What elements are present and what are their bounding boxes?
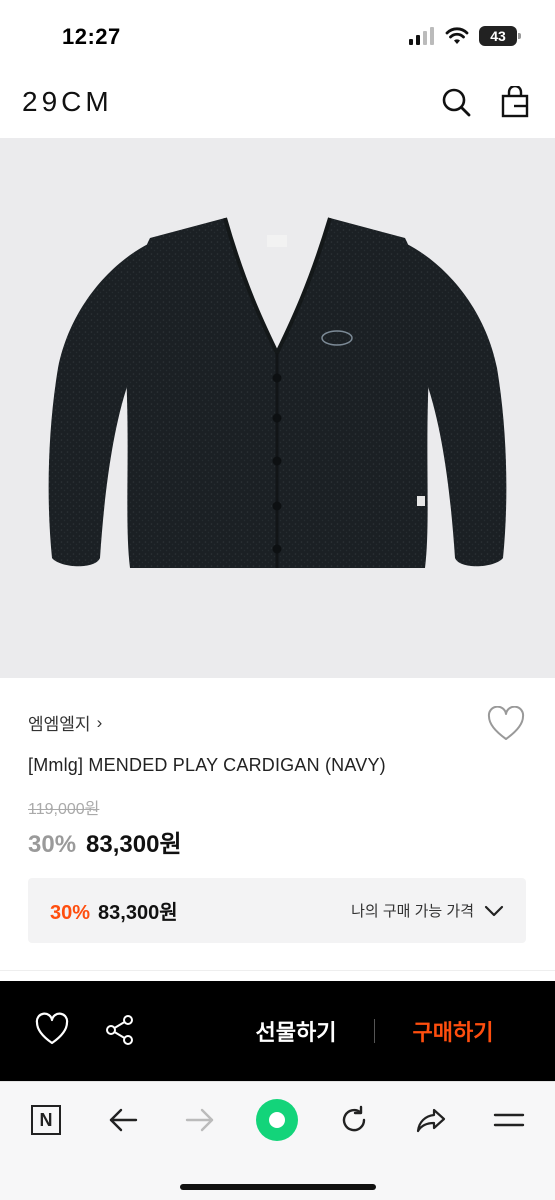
- product-name: [Mmlg] MENDED PLAY CARDIGAN (NAVY): [28, 755, 386, 775]
- arrow-right-icon: [185, 1108, 214, 1132]
- my-final-price: 83,300원: [98, 902, 178, 924]
- chevron-down-icon: [484, 905, 504, 916]
- purchase-bar: 선물하기 구매하기: [0, 981, 555, 1081]
- cardigan-image: [48, 217, 507, 568]
- n-logo-icon: N: [31, 1105, 61, 1135]
- my-price-values: 30% 83,300원: [50, 896, 178, 925]
- naver-n-button[interactable]: N: [24, 1098, 68, 1142]
- brand-link[interactable]: 엠엠엘지 ›: [28, 710, 102, 735]
- discount-rate: 30%: [28, 831, 77, 858]
- share-icon[interactable]: [102, 1012, 138, 1048]
- gift-button[interactable]: 선물하기: [230, 996, 362, 1066]
- my-price-label: 나의 구매 가능 가격: [351, 903, 474, 920]
- bar-separator: [374, 1019, 375, 1043]
- signal-icon: [409, 27, 434, 45]
- search-icon[interactable]: [440, 86, 472, 118]
- heart-icon[interactable]: [34, 1012, 70, 1048]
- home-indicator[interactable]: [180, 1184, 376, 1190]
- heart-icon[interactable]: [487, 706, 525, 742]
- shopping-bag-icon[interactable]: [499, 86, 531, 118]
- hamburger-icon: [493, 1113, 525, 1127]
- divider: [0, 970, 555, 971]
- browser-toolbar: N: [0, 1081, 555, 1200]
- share-arrow-icon: [416, 1108, 446, 1133]
- battery-level: 43: [490, 28, 506, 44]
- refresh-icon: [342, 1105, 366, 1132]
- logo[interactable]: 29CM: [22, 86, 113, 118]
- buy-button[interactable]: 구매하기: [388, 996, 518, 1066]
- menu-button[interactable]: [487, 1098, 531, 1142]
- green-dot-icon: [256, 1099, 298, 1141]
- battery-icon: 43: [479, 26, 521, 46]
- price-row: 30% 83,300원: [28, 824, 182, 859]
- app-header: 29CM: [0, 70, 555, 138]
- share-button[interactable]: [409, 1098, 453, 1142]
- forward-button[interactable]: [178, 1098, 222, 1142]
- wifi-icon: [445, 27, 469, 44]
- my-discount-rate: 30%: [50, 902, 91, 924]
- my-price-dropdown[interactable]: 30% 83,300원 나의 구매 가능 가격: [28, 878, 526, 943]
- my-price-toggle[interactable]: 나의 구매 가능 가격: [351, 900, 504, 921]
- status-icons: 43: [409, 26, 521, 46]
- n-logo-label: N: [39, 1109, 53, 1130]
- refresh-button[interactable]: [332, 1098, 376, 1142]
- status-bar: 12:27 43: [0, 0, 555, 70]
- back-button[interactable]: [101, 1098, 145, 1142]
- status-time: 12:27: [62, 24, 121, 49]
- final-price: 83,300원: [86, 831, 182, 858]
- brand-name: 엠엠엘지: [28, 715, 91, 734]
- arrow-left-icon: [109, 1108, 138, 1132]
- original-price: 119,000원: [28, 801, 100, 818]
- chevron-right-icon: ›: [96, 712, 103, 732]
- product-image[interactable]: [0, 138, 555, 678]
- green-dot-button[interactable]: [255, 1098, 299, 1142]
